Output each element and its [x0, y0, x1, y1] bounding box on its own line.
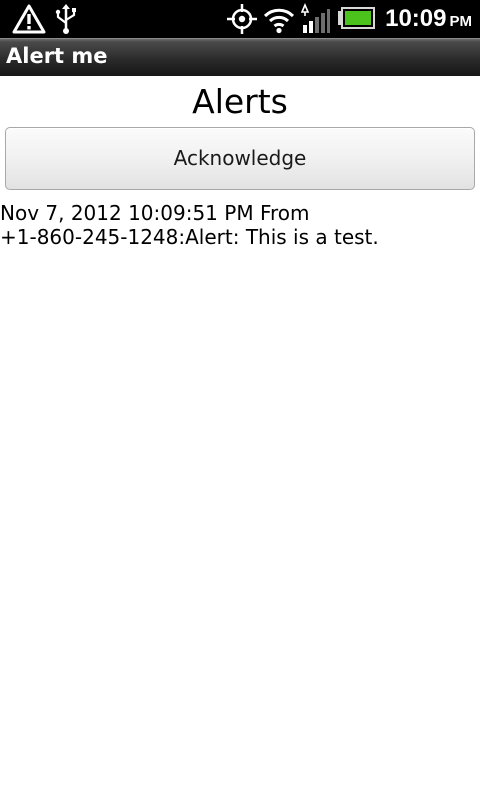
battery-icon — [338, 7, 375, 29]
signal-icon — [301, 3, 330, 33]
alert-line: +1-860-245-1248:Alert: This is a test. — [0, 225, 379, 249]
acknowledge-button[interactable]: Acknowledge — [5, 127, 475, 190]
gps-icon — [227, 4, 257, 34]
page-title: Alerts — [192, 82, 288, 121]
status-bar: 10:09 PM — [0, 0, 480, 38]
battery-fill — [345, 11, 371, 25]
status-clock: 10:09 PM — [385, 4, 472, 34]
wifi-icon — [263, 8, 295, 34]
alert-log: Nov 7, 2012 10:09:51 PM From +1-860-245-… — [0, 201, 480, 249]
clock-time: 10:09 — [385, 5, 447, 32]
title-bar: Alert me — [0, 38, 480, 76]
alert-line: Nov 7, 2012 10:09:51 PM From — [0, 201, 310, 225]
clock-ampm: PM — [449, 13, 473, 30]
usb-icon — [55, 4, 76, 34]
screen: 10:09 PM Alert me Alerts Acknowledge Nov … — [0, 0, 480, 800]
app-title: Alert me — [6, 44, 108, 68]
warning-icon — [12, 4, 46, 34]
